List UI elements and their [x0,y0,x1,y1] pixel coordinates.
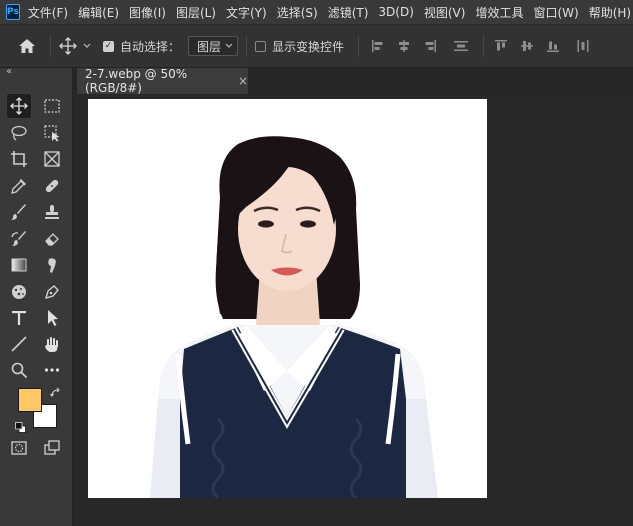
photoshop-logo-icon: Ps [6,4,20,20]
document-canvas[interactable] [88,99,487,498]
type-tool-icon[interactable] [6,305,32,331]
align-left-icon[interactable] [371,39,385,53]
tools-panel: ‹‹ [0,66,73,526]
quick-mask-icon[interactable] [6,435,32,461]
auto-select-target-dropdown[interactable]: 图层 [188,36,239,56]
menu-image[interactable]: 图像(I) [129,4,166,21]
lasso-tool-icon[interactable] [6,120,32,146]
smudge-tool-icon[interactable] [39,252,65,278]
path-selection-tool-icon[interactable] [39,305,65,331]
crop-tool-icon[interactable] [6,146,32,172]
auto-select-checkbox[interactable]: ✓ [103,40,114,52]
menu-edit[interactable]: 编辑(E) [78,4,119,21]
marquee-tool-icon[interactable] [39,93,65,119]
menu-window[interactable]: 窗口(W) [533,4,578,21]
menu-filter[interactable]: 滤镜(T) [328,4,369,21]
auto-select-target-value: 图层 [197,39,222,54]
eraser-tool-icon[interactable] [39,226,65,252]
menu-help[interactable]: 帮助(H) [589,4,631,21]
move-tool-icon[interactable] [6,93,32,119]
home-icon[interactable] [18,38,36,54]
collapse-panel-icon[interactable]: ‹‹ [6,66,12,77]
tab-document-title: 2-7.webp @ 50%(RGB/8#) [85,67,188,95]
menu-type[interactable]: 文字(Y) [226,4,267,21]
brush-tool-icon[interactable] [6,199,32,225]
pen-tool-icon[interactable] [39,279,65,305]
align-top-icon[interactable] [494,39,508,53]
options-bar: ✓ 自动选择： 图层 显示变换控件 [0,24,633,68]
gradient-tool-icon[interactable] [6,252,32,278]
separator [483,35,485,57]
screen-mode-icon[interactable] [39,435,65,461]
separator [246,35,248,57]
object-selection-tool-icon[interactable] [39,120,65,146]
menu-plugins[interactable]: 增效工具 [475,4,523,21]
auto-select-label: 自动选择： [120,39,181,54]
separator [50,35,51,57]
show-transform-checkbox[interactable] [255,40,267,52]
chevron-down-icon[interactable] [83,43,91,49]
menu-file[interactable]: 文件(F) [28,4,68,21]
sponge-tool-icon[interactable] [6,279,32,305]
clone-stamp-tool-icon[interactable] [39,199,65,225]
align-right-icon[interactable] [423,39,437,53]
swap-colors-icon[interactable] [50,384,62,397]
distribute-vertical-icon[interactable] [576,39,590,53]
document-tab-bar: 2-7.webp @ 50%(RGB/8#) × [73,67,633,95]
tab-document[interactable]: 2-7.webp @ 50%(RGB/8#) × [77,67,248,95]
portrait-photo [150,136,438,498]
align-horizontal-center-icon[interactable] [397,39,411,53]
separator [358,35,360,57]
chevron-down-icon [225,43,233,48]
align-vertical-center-icon[interactable] [520,39,534,53]
default-colors-icon[interactable] [15,418,26,433]
menu-select[interactable]: 选择(S) [277,4,318,21]
healing-brush-tool-icon[interactable] [39,173,65,199]
move-tool-preset-icon[interactable] [59,37,77,55]
hand-tool-icon[interactable] [39,331,65,357]
close-icon[interactable]: × [238,74,248,88]
distribute-icon[interactable] [453,39,469,53]
history-brush-tool-icon[interactable] [6,226,32,252]
frame-tool-icon[interactable] [39,146,65,172]
zoom-tool-icon[interactable] [6,357,32,383]
menu-3d[interactable]: 3D(D) [378,5,413,19]
show-transform-label: 显示变换控件 [272,39,345,54]
eyedropper-tool-icon[interactable] [6,173,32,199]
more-tools-icon[interactable] [39,357,65,383]
align-bottom-icon[interactable] [546,39,560,53]
foreground-color-swatch[interactable] [18,388,42,412]
menu-view[interactable]: 视图(V) [424,4,466,21]
menu-bar: Ps 文件(F) 编辑(E) 图像(I) 图层(L) 文字(Y) 选择(S) 滤… [0,0,633,24]
menu-layer[interactable]: 图层(L) [176,4,216,21]
line-tool-icon[interactable] [6,331,32,357]
